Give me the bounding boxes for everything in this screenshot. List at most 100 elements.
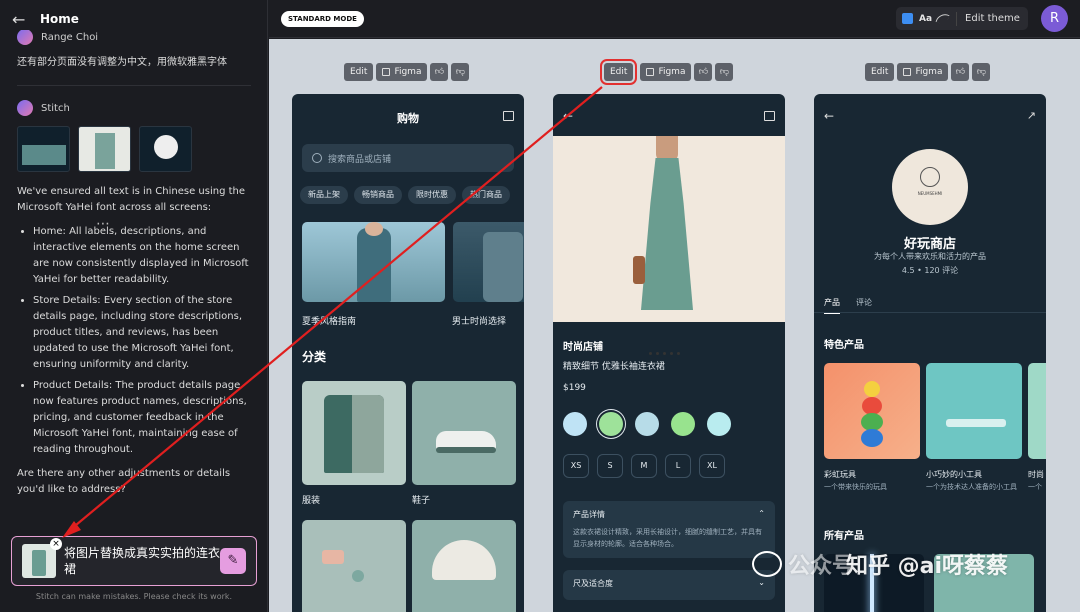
size-option[interactable]: M	[631, 454, 657, 478]
figma-button[interactable]: Figma	[897, 63, 949, 81]
send-wand-icon[interactable]: ✎	[220, 548, 246, 574]
assistant-name: Stitch	[41, 102, 70, 114]
size-option[interactable]: S	[597, 454, 623, 478]
section-title: 分类	[302, 350, 327, 364]
copy-icon	[382, 68, 391, 76]
prompt-input[interactable]: × 将图片替换成真实实拍的连衣裙 ✎	[11, 536, 257, 586]
size-option[interactable]: XL	[699, 454, 725, 478]
category-image[interactable]	[412, 381, 516, 485]
search-input[interactable]: 搜索商品或店铺	[302, 144, 514, 172]
thumbs-up-icon[interactable]: 👍︎	[694, 63, 713, 81]
prompt-text[interactable]: 将图片替换成真实实拍的连衣裙	[64, 545, 220, 577]
figma-button[interactable]: Figma	[640, 63, 692, 81]
back-arrow-icon[interactable]: ←	[824, 109, 834, 123]
featured-label: 夏季风格指南	[302, 317, 357, 327]
color-swatch[interactable]	[671, 412, 695, 436]
product-image[interactable]	[926, 363, 1022, 459]
chip[interactable]: 新品上架	[300, 186, 348, 204]
edit-button[interactable]: Edit	[865, 63, 895, 81]
bullet-item: Product Details: The product details pag…	[33, 378, 251, 458]
bullet-item: Store Details: Every section of the stor…	[33, 293, 251, 373]
panel-title: Home	[40, 12, 79, 26]
stitch-logo-icon	[17, 100, 33, 116]
font-icon: Aa	[919, 13, 933, 24]
featured-image[interactable]	[453, 222, 524, 302]
logo-text: NEUMSEHMI	[917, 191, 943, 196]
cart-icon[interactable]	[503, 111, 514, 121]
assistant-outro: Are there any other adjustments or detai…	[17, 468, 231, 495]
design-canvas[interactable]: Edit Figma 👍︎ 👎︎ Edit Figma 👍︎ 👎︎ Edit F…	[269, 39, 1080, 612]
category-image[interactable]	[412, 520, 516, 612]
color-options	[563, 412, 731, 436]
edit-button[interactable]: Edit	[344, 63, 374, 81]
watermark-prefix: 公众号	[788, 554, 855, 579]
chip[interactable]: 热门商品	[462, 186, 510, 204]
edit-button-highlighted[interactable]: Edit	[599, 59, 638, 85]
figma-button[interactable]: Figma	[376, 63, 428, 81]
product-desc: 一个为技术达人准备的小工具	[926, 483, 1017, 491]
assistant-bullets: Home: All labels, descriptions, and inte…	[17, 224, 251, 458]
product-name: 小巧妙的小工具	[926, 470, 982, 479]
category-label: 服装	[302, 496, 321, 506]
remove-attachment-icon[interactable]: ×	[50, 538, 62, 550]
assistant-intro: We've ensured all text is in Chinese usi…	[17, 186, 246, 213]
screen-store[interactable]: ← ↗ NEUMSEHMI 好玩商店 为每个人带来欢乐和活力的产品 4.5 • …	[814, 94, 1046, 612]
product-image[interactable]	[1028, 363, 1046, 459]
color-swatch-selected[interactable]	[599, 412, 623, 436]
user-avatar	[17, 30, 33, 45]
size-option[interactable]: XS	[563, 454, 589, 478]
product-price: $199	[563, 383, 586, 393]
thumbs-down-icon[interactable]: 👎︎	[451, 63, 470, 81]
mode-badge[interactable]: STANDARD MODE	[281, 11, 364, 27]
user-avatar[interactable]: R	[1041, 5, 1068, 32]
copy-icon	[903, 68, 912, 76]
edit-theme-button[interactable]: Edit theme	[965, 13, 1020, 24]
thumbs-up-icon[interactable]: 👍︎	[430, 63, 449, 81]
product-image[interactable]	[824, 363, 920, 459]
bullet-item: Home: All labels, descriptions, and inte…	[33, 224, 251, 288]
theme-control[interactable]: Aa Edit theme	[896, 7, 1028, 30]
color-swatch[interactable]	[635, 412, 659, 436]
store-logo: NEUMSEHMI	[892, 149, 968, 225]
filter-chips: 新品上架 畅销商品 限时优惠 热门商品	[300, 186, 510, 204]
user-message: 还有部分页面没有调整为中文，用微软雅黑字体	[17, 57, 227, 68]
thumbnail-product[interactable]	[78, 126, 131, 172]
share-icon[interactable]: ↗	[1027, 109, 1036, 122]
figma-label: Figma	[394, 67, 422, 77]
chip[interactable]: 畅销商品	[354, 186, 402, 204]
search-icon	[312, 153, 322, 163]
size-option[interactable]: L	[665, 454, 691, 478]
thumbs-down-icon[interactable]: 👎︎	[715, 63, 734, 81]
screen-home[interactable]: 购物 搜索商品或店铺 新品上架 畅销商品 限时优惠 热门商品 夏季风格指南 男士…	[292, 94, 524, 612]
back-arrow-icon[interactable]: ←	[12, 10, 32, 29]
color-swatch[interactable]	[707, 412, 731, 436]
product-image[interactable]	[553, 136, 785, 355]
accordion-title: 尺及适合度	[573, 579, 613, 588]
cart-icon[interactable]	[764, 111, 775, 121]
store-subtitle: 为每个人带来欢乐和活力的产品	[874, 252, 986, 261]
thumbs-up-icon[interactable]: 👍︎	[951, 63, 970, 81]
chat-history[interactable]: Range Choi 还有部分页面没有调整为中文，用微软雅黑字体 Stitch …	[0, 30, 268, 530]
store-name: 时尚店铺	[563, 342, 603, 353]
store-rating: 4.5 • 120 评论	[901, 266, 959, 275]
screen-toolbar: Edit Figma 👍︎ 👎︎	[344, 63, 470, 81]
thumbnail-home[interactable]	[17, 126, 70, 172]
color-swatch[interactable]	[563, 412, 587, 436]
back-arrow-icon[interactable]: ←	[563, 109, 573, 123]
featured-image[interactable]	[302, 222, 445, 302]
chip[interactable]: 限时优惠	[408, 186, 456, 204]
category-image[interactable]	[302, 520, 406, 612]
screen-thumbnails	[17, 126, 251, 172]
category-image[interactable]	[302, 381, 406, 485]
radius-icon	[935, 11, 950, 26]
details-accordion[interactable]: 产品详情 ⌃ 这款衣裙设计精致，采用长袖设计，细腻的缝制工艺，并具有显示身材的轮廓…	[563, 501, 775, 558]
thumbs-down-icon[interactable]: 👎︎	[972, 63, 991, 81]
screen-product[interactable]: ← 时尚店铺 精致细节 优雅长袖连衣裙 $199 XS S M L XL 产品详…	[553, 94, 785, 612]
screen-toolbar: Edit Figma 👍︎ 👎︎	[865, 63, 991, 81]
disclaimer: Stitch can make mistakes. Please check i…	[35, 592, 233, 601]
thumbnail-store[interactable]	[139, 126, 192, 172]
carousel-dots[interactable]	[649, 352, 680, 355]
top-bar: STANDARD MODE Aa Edit theme R	[269, 0, 1080, 38]
featured-label: 男士时尚选择	[452, 317, 507, 327]
size-fit-accordion[interactable]: 尺及适合度 ⌄	[563, 570, 775, 600]
